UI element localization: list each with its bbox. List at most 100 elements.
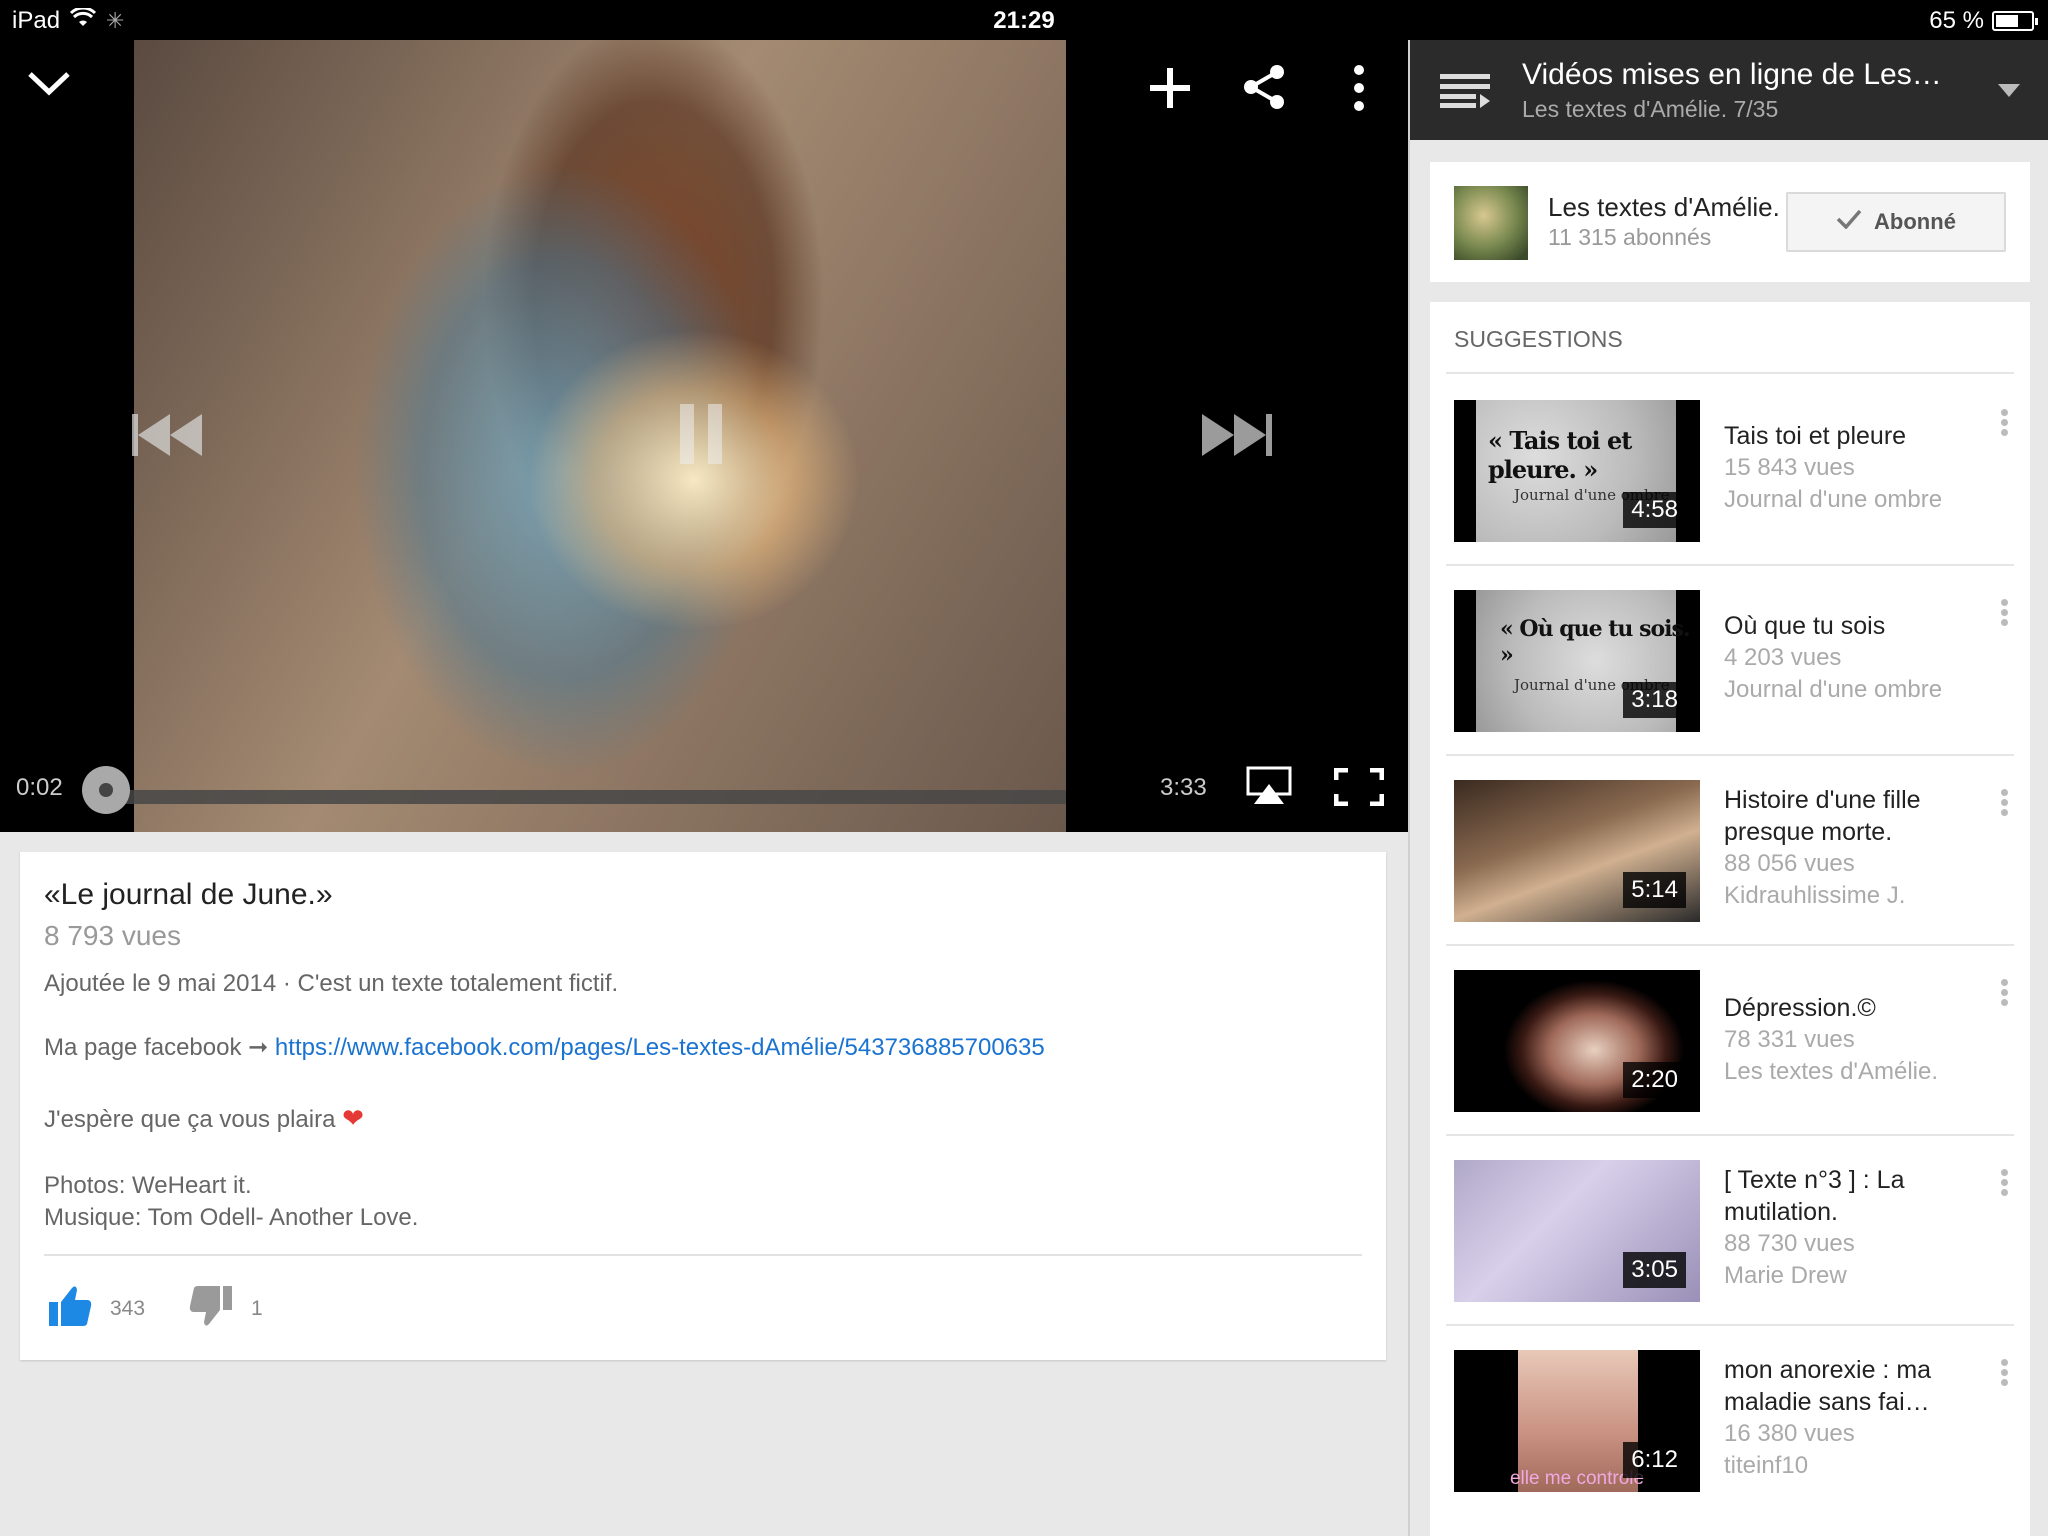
suggestion-item[interactable]: elle me controle 6:12 mon anorexie : ma … (1454, 1350, 2014, 1492)
duration-badge: 3:05 (1623, 1252, 1686, 1288)
suggestion-thumbnail[interactable]: 2:20 (1454, 970, 1700, 1112)
dropdown-arrow-icon[interactable] (1998, 84, 2020, 103)
heart-icon: ❤ (342, 1103, 364, 1133)
battery-icon (1992, 11, 2038, 31)
playlist-icon (1440, 74, 1490, 113)
share-icon[interactable] (1242, 64, 1286, 115)
thumbs-down-icon[interactable] (189, 1284, 233, 1333)
check-icon (1836, 209, 1862, 235)
more-vert-icon[interactable] (1994, 406, 2014, 446)
suggestion-info: mon anorexie : ma maladie sans fai… 16 3… (1724, 1354, 1964, 1482)
desc-facebook: Ma page facebook ➞ https://www.facebook.… (44, 1032, 1344, 1064)
battery-percent: 65 % (1929, 7, 1984, 34)
suggestion-thumbnail[interactable]: « Tais toi et pleure. » Journal d'une om… (1454, 400, 1700, 542)
video-views: 8 793 vues (44, 920, 181, 951)
dislike-count: 1 (251, 1296, 263, 1320)
suggestion-channel: titeinf10 (1724, 1452, 1809, 1479)
desc-music: Musique: Tom Odell- Another Love. (44, 1204, 419, 1231)
playlist-header[interactable]: Vidéos mises en ligne de Les… Les textes… (1410, 40, 2048, 140)
suggestion-thumbnail[interactable]: « Où que tu sois. » Journal d'une ombre … (1454, 590, 1700, 732)
suggestion-views: 4 203 vues (1724, 644, 1842, 671)
channel-name[interactable]: Les textes d'Amélie. (1548, 192, 1780, 223)
suggestion-title: [ Texte n°3 ] : La mutilation. (1724, 1166, 1905, 1226)
suggestion-info: Où que tu sois 4 203 vues Journal d'une … (1724, 610, 1964, 706)
thumb-text: « Tais toi et pleure. » (1488, 426, 1632, 484)
divider (1446, 754, 2014, 756)
divider (1446, 564, 2014, 566)
suggestion-info: Tais toi et pleure 15 843 vues Journal d… (1724, 420, 1964, 516)
thumb-text: « Où que tu sois. » (1500, 616, 1691, 668)
suggestion-views: 88 056 vues (1724, 850, 1855, 877)
more-vert-icon[interactable] (1994, 786, 2014, 826)
video-frame[interactable] (134, 40, 1066, 832)
more-vert-icon[interactable] (1994, 1356, 2014, 1396)
video-player[interactable]: 0:02 3:33 (0, 40, 1408, 832)
suggestion-item[interactable]: 5:14 Histoire d'une fille presque morte.… (1454, 780, 2014, 922)
rating-row: 343 1 (48, 1284, 307, 1333)
status-bar: iPad ✳ 21:29 65 % (0, 0, 2048, 40)
suggestion-views: 16 380 vues (1724, 1420, 1855, 1447)
video-title: «Le journal de June.» (44, 878, 333, 911)
suggestion-channel: Kidrauhlissime J. (1724, 882, 1906, 909)
suggestion-views: 15 843 vues (1724, 454, 1855, 481)
more-vert-icon[interactable] (1994, 596, 2014, 636)
suggestion-views: 88 730 vues (1724, 1230, 1855, 1257)
hope-text: J'espère que ça vous plaira (44, 1106, 336, 1133)
suggestion-channel: Journal d'une ombre (1724, 676, 1943, 703)
divider (1446, 1134, 2014, 1136)
suggestion-item[interactable]: 2:20 Dépression.© 78 331 vues Les textes… (1454, 970, 2014, 1112)
suggestion-thumbnail[interactable]: 3:05 (1454, 1160, 1700, 1302)
channel-subscribers: 11 315 abonnés (1548, 224, 1712, 250)
skip-next-icon[interactable] (1202, 414, 1274, 461)
add-icon[interactable] (1148, 66, 1192, 115)
suggestions-card: SUGGESTIONS « Tais toi et pleure. » Jour… (1430, 302, 2030, 1536)
fb-prefix: Ma page facebook ➞ (44, 1034, 275, 1061)
suggestion-info: [ Texte n°3 ] : La mutilation. 88 730 vu… (1724, 1164, 1964, 1292)
divider (44, 1254, 1362, 1256)
duration-badge: 2:20 (1623, 1062, 1686, 1098)
subscribed-button[interactable]: Abonné (1786, 192, 2006, 252)
suggestion-info: Dépression.© 78 331 vues Les textes d'Am… (1724, 992, 1964, 1088)
playlist-subtitle: Les textes d'Amélie. 7/35 (1522, 96, 1779, 122)
clock: 21:29 (993, 7, 1055, 34)
like-count: 343 (110, 1296, 146, 1320)
channel-avatar[interactable] (1454, 186, 1528, 260)
airplay-icon[interactable] (1246, 766, 1292, 811)
suggestion-title: mon anorexie : ma maladie sans fai… (1724, 1356, 1932, 1416)
divider (1446, 1324, 2014, 1326)
suggestion-title: Où que tu sois (1724, 612, 1886, 640)
suggestion-title: Dépression.© (1724, 994, 1876, 1022)
divider (1446, 372, 2014, 374)
right-panel: Vidéos mises en ligne de Les… Les textes… (1408, 40, 2048, 1536)
suggestion-item[interactable]: « Où que tu sois. » Journal d'une ombre … (1454, 590, 2014, 732)
divider (1446, 944, 2014, 946)
suggestion-channel: Marie Drew (1724, 1262, 1847, 1289)
duration-badge: 5:14 (1623, 872, 1686, 908)
suggestion-item[interactable]: « Tais toi et pleure. » Journal d'une om… (1454, 400, 2014, 542)
suggestion-title: Tais toi et pleure (1724, 422, 1907, 450)
suggestion-channel: Journal d'une ombre (1724, 486, 1943, 513)
suggestion-thumbnail[interactable]: elle me controle 6:12 (1454, 1350, 1700, 1492)
facebook-link[interactable]: https://www.facebook.com/pages/Les-texte… (275, 1034, 1045, 1061)
pause-icon[interactable] (680, 404, 724, 469)
suggestion-item[interactable]: 3:05 [ Texte n°3 ] : La mutilation. 88 7… (1454, 1160, 2014, 1302)
duration-badge: 4:58 (1623, 492, 1686, 528)
suggestion-channel: Les textes d'Amélie. (1724, 1058, 1939, 1085)
suggestion-info: Histoire d'une fille presque morte. 88 0… (1724, 784, 1964, 912)
channel-card: Les textes d'Amélie. 11 315 abonnés Abon… (1430, 162, 2030, 282)
video-description: Ajoutée le 9 mai 2014 · C'est un texte t… (44, 968, 1344, 1234)
suggestion-thumbnail[interactable]: 5:14 (1454, 780, 1700, 922)
duration-time: 3:33 (1160, 774, 1207, 801)
more-vert-icon[interactable] (1994, 976, 2014, 1016)
current-time: 0:02 (16, 774, 63, 801)
desc-added: Ajoutée le 9 mai 2014 · C'est un texte t… (44, 970, 619, 997)
more-vert-icon[interactable] (1352, 64, 1366, 117)
fullscreen-icon[interactable] (1333, 767, 1385, 811)
chevron-down-icon[interactable] (26, 68, 72, 103)
thumbs-up-icon[interactable] (48, 1284, 92, 1333)
skip-previous-icon[interactable] (132, 414, 204, 461)
progress-knob[interactable] (82, 766, 130, 814)
progress-bar[interactable] (106, 790, 1066, 804)
more-vert-icon[interactable] (1994, 1166, 2014, 1206)
suggestions-header: SUGGESTIONS (1454, 326, 1623, 352)
